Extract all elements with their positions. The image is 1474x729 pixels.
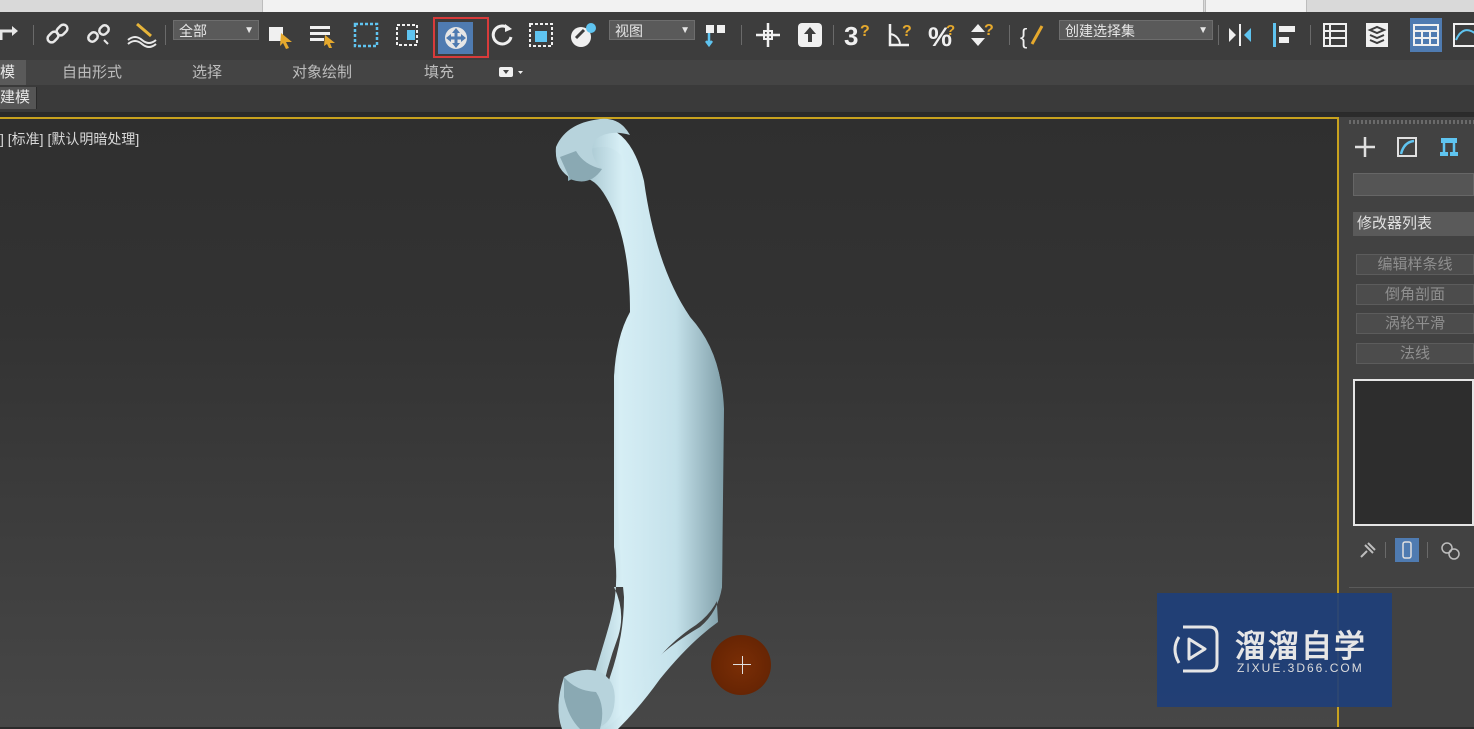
keyboard-shortcut-override-icon[interactable] bbox=[794, 18, 826, 52]
make-unique-icon[interactable] bbox=[1437, 539, 1467, 561]
show-end-result-button[interactable] bbox=[1395, 538, 1419, 562]
toolbar-separator bbox=[165, 25, 166, 45]
move-gizmo[interactable] bbox=[711, 635, 771, 695]
tab-label: 自由形式 bbox=[62, 64, 123, 81]
title-tab-area-2 bbox=[1205, 0, 1307, 12]
unlink-icon[interactable] bbox=[83, 18, 115, 52]
panel-label-modeling[interactable]: 建模 bbox=[0, 87, 38, 109]
play-logo-icon bbox=[1173, 625, 1219, 673]
tab-populate[interactable]: 填充 bbox=[424, 60, 454, 85]
svg-text:3: 3 bbox=[844, 21, 858, 50]
tab-selection[interactable]: 选择 bbox=[192, 60, 222, 85]
tab-modeling[interactable]: 模 bbox=[0, 60, 26, 85]
tab-label: 对象绘制 bbox=[292, 64, 353, 81]
chevron-down-icon: ▼ bbox=[1198, 25, 1208, 36]
rectangular-selection-icon[interactable] bbox=[350, 18, 382, 52]
toolbar-separator bbox=[741, 25, 742, 45]
turbosmooth-button[interactable]: 涡轮平滑 bbox=[1356, 313, 1474, 334]
redo-icon[interactable] bbox=[0, 18, 26, 52]
main-toolbar: 全部 ▼ 视图 ▼ 3? ? % ? ? {创建选择集 ▼ bbox=[0, 12, 1474, 61]
panel-divider bbox=[1349, 587, 1474, 588]
ribbon-options-button[interactable] bbox=[497, 60, 527, 85]
panel-grip bbox=[1349, 120, 1474, 124]
object-name-field[interactable] bbox=[1353, 173, 1474, 196]
window-top-strip bbox=[0, 0, 1474, 12]
svg-text:?: ? bbox=[902, 23, 912, 40]
bind-spacewarp-icon[interactable] bbox=[125, 18, 157, 52]
selection-filter-value: 全部 bbox=[179, 23, 207, 39]
curve-editor-icon[interactable] bbox=[1450, 18, 1474, 52]
spinner-snap-icon[interactable]: ? bbox=[966, 18, 998, 52]
window-crossing-icon[interactable] bbox=[392, 18, 424, 52]
create-tab-icon[interactable] bbox=[1349, 131, 1381, 163]
handle-model[interactable] bbox=[540, 117, 740, 729]
toolbar-separator bbox=[1310, 25, 1311, 45]
viewport-label[interactable]: ] [标准] [默认明暗处理] bbox=[0, 129, 139, 149]
pin-stack-icon[interactable] bbox=[1357, 539, 1379, 561]
modifier-stack[interactable] bbox=[1353, 379, 1474, 526]
edit-spline-button[interactable]: 编辑样条线 bbox=[1356, 254, 1474, 275]
modify-tab-icon[interactable] bbox=[1391, 131, 1423, 163]
chevron-down-icon: ▼ bbox=[244, 25, 254, 36]
tab-label: 选择 bbox=[192, 64, 223, 81]
toggle-ribbon-icon[interactable] bbox=[1410, 18, 1442, 52]
edit-named-selection-icon[interactable]: { bbox=[1017, 18, 1049, 52]
title-tab-area bbox=[262, 0, 1204, 12]
normal-button[interactable]: 法线 bbox=[1356, 343, 1474, 364]
named-selection-set-dropdown[interactable]: 创建选择集 ▼ bbox=[1059, 20, 1213, 40]
perspective-viewport[interactable]: ] [标准] [默认明暗处理] bbox=[0, 117, 1339, 729]
move-icon bbox=[438, 22, 473, 54]
tab-freeform[interactable]: 自由形式 bbox=[62, 60, 122, 85]
svg-text:?: ? bbox=[860, 23, 870, 40]
reference-coordinate-value: 视图 bbox=[615, 23, 643, 39]
angle-snap-icon[interactable]: ? bbox=[885, 18, 917, 52]
named-selection-set-value: 创建选择集 bbox=[1065, 23, 1135, 39]
scene-explorer-icon[interactable] bbox=[1319, 18, 1351, 52]
stack-separator bbox=[1427, 542, 1428, 558]
svg-text:?: ? bbox=[946, 22, 955, 39]
stack-separator bbox=[1385, 542, 1386, 558]
select-manipulate-icon[interactable] bbox=[752, 18, 784, 52]
link-icon[interactable] bbox=[42, 18, 74, 52]
layer-explorer-icon[interactable] bbox=[1361, 18, 1393, 52]
pivot-point-center-icon[interactable] bbox=[700, 18, 732, 52]
hierarchy-tab-icon[interactable] bbox=[1433, 131, 1465, 163]
place-icon[interactable] bbox=[567, 18, 599, 52]
tab-object-paint[interactable]: 对象绘制 bbox=[292, 60, 352, 85]
snaps-toggle-icon[interactable]: 3? bbox=[842, 18, 874, 52]
percent-snap-icon[interactable]: %? bbox=[927, 18, 959, 52]
select-by-name-icon[interactable] bbox=[306, 18, 338, 52]
scale-icon[interactable] bbox=[525, 18, 557, 52]
align-icon[interactable] bbox=[1268, 18, 1300, 52]
mirror-icon[interactable] bbox=[1224, 18, 1256, 52]
show-end-result-icon bbox=[1402, 541, 1412, 559]
modifier-list-dropdown[interactable]: 修改器列表 bbox=[1353, 212, 1474, 236]
svg-text:{: { bbox=[1020, 24, 1027, 49]
toolbar-separator bbox=[833, 25, 834, 45]
bevel-profile-button[interactable]: 倒角剖面 bbox=[1356, 284, 1474, 305]
watermark-logo: 溜溜自学 ZIXUE.3D66.COM bbox=[1157, 593, 1392, 707]
watermark-brand: 溜溜自学 bbox=[1235, 629, 1367, 664]
toolbar-separator bbox=[1009, 25, 1010, 45]
svg-text:?: ? bbox=[984, 22, 994, 39]
watermark-url: ZIXUE.3D66.COM bbox=[1237, 661, 1364, 675]
chevron-down-icon: ▼ bbox=[680, 25, 690, 36]
ribbon-tabs: 模 自由形式 选择 对象绘制 填充 bbox=[0, 60, 1474, 85]
gizmo-crosshair-v bbox=[742, 656, 743, 674]
toolbar-separator bbox=[33, 25, 34, 45]
select-and-move-button[interactable] bbox=[433, 17, 489, 58]
reference-coordinate-dropdown[interactable]: 视图 ▼ bbox=[609, 20, 695, 40]
tab-label: 模 bbox=[0, 64, 16, 81]
toolbar-separator bbox=[1218, 25, 1219, 45]
stack-toolbar bbox=[1353, 537, 1474, 563]
ribbon-panel-bar: 建模 bbox=[0, 85, 1474, 113]
modifier-list-label: 修改器列表 bbox=[1357, 215, 1433, 232]
select-object-icon[interactable] bbox=[264, 18, 296, 52]
tab-label: 填充 bbox=[424, 64, 455, 81]
selection-filter-dropdown[interactable]: 全部 ▼ bbox=[173, 20, 259, 40]
rotate-icon[interactable] bbox=[486, 18, 518, 52]
